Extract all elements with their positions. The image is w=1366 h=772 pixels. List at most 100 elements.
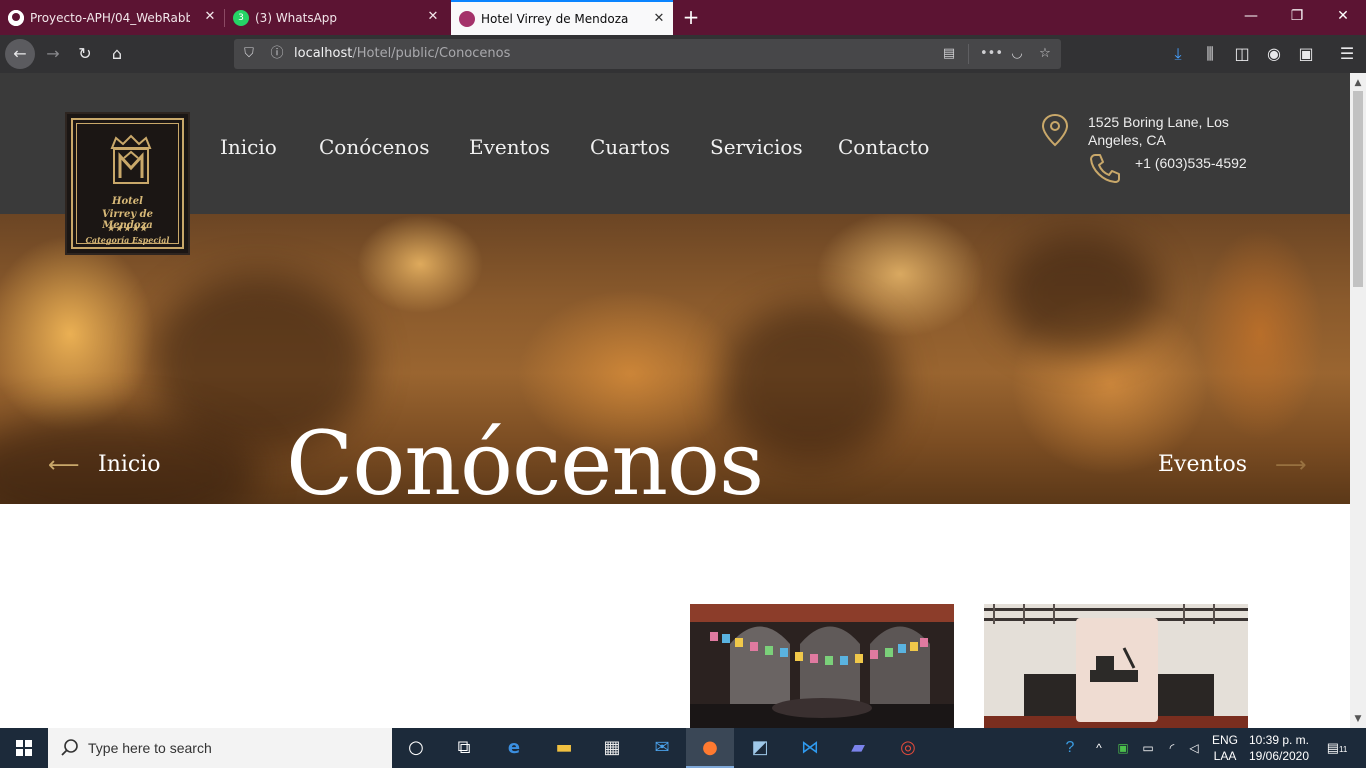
next-page-link[interactable]: Eventos [1158, 452, 1247, 477]
scroll-down-icon[interactable]: ▼ [1350, 711, 1366, 727]
nav-inicio[interactable]: Inicio [220, 135, 277, 159]
notification-count: 11 [1338, 745, 1348, 754]
site-header: Inicio Conócenos Eventos Cuartos Servici… [0, 73, 1350, 214]
arrow-right-icon[interactable]: ⟶ [1275, 454, 1307, 478]
close-window-button[interactable]: ✕ [1320, 0, 1366, 35]
close-tab-icon[interactable]: ✕ [202, 9, 218, 25]
hero-shadow [1000, 234, 1160, 354]
hero-banner: ⟵ Inicio Conócenos Eventos ⟶ [0, 214, 1350, 504]
logo-text-category: Categoría Especial [85, 235, 170, 245]
new-tab-button[interactable]: + [678, 5, 704, 29]
account-icon[interactable]: ◉ [1259, 39, 1289, 69]
wifi-icon[interactable]: ◜ [1162, 728, 1182, 768]
edge-icon[interactable]: e [490, 728, 538, 768]
page-scrollbar[interactable]: ▲ ▼ [1350, 73, 1366, 728]
start-button[interactable] [0, 728, 48, 768]
tab-github[interactable]: Proyecto-APH/04_WebRabbit a ✕ [0, 0, 224, 35]
close-tab-icon[interactable]: ✕ [651, 11, 667, 27]
store-icon[interactable]: ▦ [588, 728, 636, 768]
tray-expand-icon[interactable]: ^ [1090, 728, 1108, 768]
hotel-logo[interactable]: Hotel Virrey de Mendoza ★★★★★ Categoría … [65, 112, 190, 255]
tab-title: Proyecto-APH/04_WebRabbit a [30, 10, 190, 25]
downloads-icon[interactable]: ⤓ [1163, 39, 1193, 69]
hotel-favicon-icon [459, 10, 475, 27]
phone-icon [1088, 151, 1122, 189]
tray-app-icon[interactable]: ▣ [1112, 728, 1134, 768]
volume-icon[interactable]: ◁ [1184, 728, 1204, 768]
taskbar-search-box[interactable]: Type here to search [48, 728, 392, 768]
language-indicator[interactable]: ENG LAA [1208, 732, 1242, 764]
menu-icon[interactable]: ☰ [1332, 39, 1362, 69]
mail-icon[interactable]: ✉ [638, 728, 686, 768]
scroll-thumb[interactable] [1353, 91, 1363, 287]
crown-monogram-icon [106, 134, 156, 194]
url-text[interactable]: localhost/Hotel/public/Conocenos [294, 46, 510, 61]
sidebar-icon[interactable]: ◫ [1227, 39, 1257, 69]
back-button[interactable]: ← [5, 39, 35, 69]
bookmark-star-icon[interactable]: ☆ [1036, 45, 1054, 63]
chrome-icon[interactable]: ◎ [884, 728, 932, 768]
app-icon[interactable]: ◩ [736, 728, 784, 768]
search-icon [60, 738, 80, 762]
close-tab-icon[interactable]: ✕ [425, 9, 441, 25]
page-actions-icon[interactable]: ••• [980, 45, 1003, 63]
logo-frame-inner: Hotel Virrey de Mendoza ★★★★★ Categoría … [76, 123, 179, 245]
prev-page-link[interactable]: Inicio [98, 452, 161, 477]
hotel-address: 1525 Boring Lane, Los Angeles, CA [1088, 114, 1229, 148]
battery-icon[interactable]: ▭ [1138, 728, 1158, 768]
search-placeholder: Type here to search [88, 740, 212, 756]
pocket-icon[interactable]: ◡ [1008, 45, 1026, 63]
whatsapp-icon: 3 [233, 9, 249, 26]
restore-button[interactable]: ❐ [1274, 0, 1320, 35]
logo-frame: Hotel Virrey de Mendoza ★★★★★ Categoría … [71, 118, 184, 249]
tab-whatsapp[interactable]: 3 (3) WhatsApp ✕ [225, 0, 447, 35]
url-divider [968, 44, 969, 64]
clock[interactable]: 10:39 p. m. 19/06/2020 [1244, 732, 1314, 764]
site-info-icon[interactable]: ⓘ [268, 45, 286, 63]
file-explorer-icon[interactable]: ▬ [540, 728, 588, 768]
location-pin-icon [1040, 113, 1070, 151]
hotel-phone: +1 (603)535-4592 [1135, 155, 1247, 171]
tracking-protection-icon[interactable]: ⛉ [240, 45, 258, 63]
reload-button[interactable]: ↻ [70, 39, 100, 69]
forward-button[interactable]: → [38, 39, 68, 69]
logo-stars: ★★★★★ [107, 223, 148, 233]
tab-hotel-active[interactable]: Hotel Virrey de Mendoza ✕ [451, 0, 673, 35]
reader-view-icon[interactable]: ▤ [940, 45, 958, 63]
navigation-toolbar: ← → ↻ ⌂ ⛉ ⓘ localhost/Hotel/public/Conoc… [0, 35, 1366, 73]
library-icon[interactable]: ⫼ [1195, 39, 1225, 69]
courtyard-photo [690, 604, 954, 728]
notifications-icon[interactable]: ▤11 [1322, 728, 1352, 768]
vscode-icon[interactable]: ⋈ [786, 728, 834, 768]
web-page: Inicio Conócenos Eventos Cuartos Servici… [0, 73, 1350, 728]
home-button[interactable]: ⌂ [102, 39, 132, 69]
windows-taskbar: Type here to search ○ ⧉ e ▬ ▦ ✉ ● ◩ ⋈ ▰ … [0, 728, 1366, 768]
nav-conocenos[interactable]: Conócenos [319, 135, 430, 159]
extension-icon[interactable]: ▣ [1291, 39, 1321, 69]
nav-servicios[interactable]: Servicios [710, 135, 803, 159]
logo-text-hotel: Hotel [112, 196, 143, 207]
browser-tab-strip: Proyecto-APH/04_WebRabbit a ✕ 3 (3) What… [0, 0, 1366, 35]
arrow-left-icon[interactable]: ⟵ [48, 454, 80, 478]
cortana-icon[interactable]: ○ [392, 728, 440, 768]
lang-code: ENG [1211, 733, 1238, 747]
minimize-button[interactable]: — [1228, 0, 1274, 35]
windows-logo-icon [16, 740, 32, 756]
help-icon[interactable]: ? [1058, 728, 1082, 768]
task-view-icon[interactable]: ⧉ [440, 728, 488, 768]
github-icon [8, 9, 24, 26]
page-title: Conócenos [286, 412, 764, 504]
scroll-up-icon[interactable]: ▲ [1350, 75, 1366, 91]
url-bar[interactable]: ⛉ ⓘ localhost/Hotel/public/Conocenos ▤ •… [234, 39, 1061, 69]
lang-layout: LAA [1213, 749, 1237, 763]
nav-contacto[interactable]: Contacto [838, 135, 929, 159]
nav-eventos[interactable]: Eventos [469, 135, 550, 159]
tab-title: (3) WhatsApp [255, 10, 338, 25]
hotel-sign-photo [984, 604, 1248, 728]
clock-time: 10:39 p. m. [1248, 733, 1310, 747]
teams-icon[interactable]: ▰ [834, 728, 882, 768]
nav-cuartos[interactable]: Cuartos [590, 135, 670, 159]
clock-date: 19/06/2020 [1248, 749, 1310, 763]
tab-title: Hotel Virrey de Mendoza [481, 11, 629, 26]
firefox-icon[interactable]: ● [686, 728, 734, 768]
